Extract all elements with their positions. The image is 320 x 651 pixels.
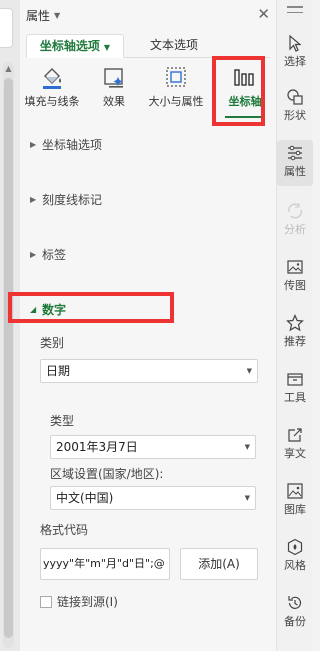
- type-select[interactable]: 2001年3月7日 ▼: [50, 435, 256, 459]
- category-label: 类别: [40, 336, 65, 350]
- axis-bars-icon: [232, 64, 258, 90]
- tab-axis-options[interactable]: 坐标轴选项 ▼: [26, 34, 124, 58]
- section-label: 标签: [42, 247, 67, 262]
- size-properties-icon: [163, 64, 189, 90]
- section-label: 数字: [42, 302, 67, 317]
- section-number[interactable]: ◢ 数字: [30, 299, 66, 319]
- checkbox-box[interactable]: [40, 595, 52, 608]
- active-subtab-underline: [225, 116, 265, 118]
- link-to-source-label: 链接到源(I): [57, 595, 118, 609]
- backup-icon: [286, 594, 304, 612]
- properties-panel: 属性 ▼ ✕ 坐标轴选项 ▼ 文本选项 填充与线条 效果 大小与属性 坐标轴 ▶…: [8, 0, 276, 651]
- rail-gallery[interactable]: 图库: [277, 478, 313, 524]
- rail-analysis[interactable]: 分析: [277, 198, 313, 244]
- tab-dropdown-icon: ▼: [103, 43, 111, 52]
- rail-label: 风格: [284, 559, 306, 572]
- rail-style[interactable]: 风格: [277, 534, 313, 580]
- collapsed-arrow-icon: ▶: [30, 249, 37, 259]
- upload-image-icon: [286, 258, 304, 276]
- category-select[interactable]: 日期 ▼: [40, 359, 258, 383]
- left-gutter: ▲: [0, 0, 20, 651]
- right-tool-rail: 选择 形状 属性 分析 传图 推荐 工具 享文 图库 风格 备份: [276, 0, 313, 651]
- subtab-label: 效果: [103, 95, 125, 108]
- locale-label: 区域设置(国家/地区):: [50, 467, 164, 481]
- rail-recommend[interactable]: 推荐: [277, 310, 313, 356]
- toolbox-icon: [286, 370, 304, 388]
- rail-tools[interactable]: 工具: [277, 366, 313, 412]
- gallery-icon: [286, 482, 304, 500]
- tab-text-options[interactable]: 文本选项: [124, 34, 224, 58]
- chevron-down-icon: ▼: [244, 443, 250, 451]
- subtab-label: 填充与线条: [24, 95, 80, 108]
- rail-label: 备份: [284, 615, 306, 628]
- style-icon: [286, 538, 304, 556]
- rail-label: 分析: [284, 223, 306, 236]
- share-icon: [286, 426, 304, 444]
- subtab-label: 大小与属性: [148, 95, 204, 108]
- locale-value: 中文(中国): [56, 491, 114, 505]
- rail-label: 属性: [284, 165, 306, 178]
- title-dropdown-icon[interactable]: ▼: [54, 11, 60, 20]
- rail-select[interactable]: 选择: [277, 30, 313, 76]
- category-value: 日期: [46, 364, 71, 378]
- subtab-fill-line[interactable]: 填充与线条: [20, 64, 84, 116]
- rail-share[interactable]: 享文: [277, 422, 313, 468]
- rail-shapes[interactable]: 形状: [277, 84, 313, 130]
- rail-label: 形状: [284, 109, 306, 122]
- chevron-down-icon: ▼: [246, 367, 252, 375]
- collapsed-control[interactable]: [0, 8, 13, 48]
- close-icon[interactable]: ✕: [257, 5, 270, 23]
- subtab-size-properties[interactable]: 大小与属性: [145, 64, 207, 116]
- rail-label: 图库: [284, 503, 306, 516]
- format-code-input[interactable]: yyyy"年"m"月"d"日";@: [40, 548, 170, 580]
- subtab-axis[interactable]: 坐标轴: [223, 64, 267, 118]
- type-label: 类型: [50, 414, 75, 428]
- section-label: 刻度线标记: [42, 192, 103, 207]
- subtab-effects[interactable]: 效果: [96, 64, 132, 116]
- cursor-icon: [286, 34, 304, 52]
- section-tick-marks[interactable]: ▶ 刻度线标记: [30, 189, 102, 209]
- rail-label: 享文: [284, 447, 306, 460]
- rail-label: 工具: [284, 391, 306, 404]
- type-value: 2001年3月7日: [56, 440, 138, 454]
- analysis-icon: [286, 202, 304, 220]
- rail-label: 选择: [284, 55, 306, 68]
- tab-label: 坐标轴选项: [39, 39, 100, 53]
- format-code-label: 格式代码: [40, 523, 89, 537]
- scrollbar-thumb[interactable]: [4, 78, 13, 638]
- panel-header: 属性 ▼ ✕: [20, 0, 276, 30]
- section-label: 坐标轴选项: [42, 137, 103, 152]
- scroll-up-arrow-icon[interactable]: ▲: [3, 62, 14, 76]
- menu-lines-icon[interactable]: [287, 6, 303, 17]
- rail-label: 传图: [284, 279, 306, 292]
- subtab-label: 坐标轴: [228, 95, 262, 108]
- collapsed-arrow-icon: ▶: [30, 194, 37, 204]
- locale-select[interactable]: 中文(中国) ▼: [50, 486, 256, 510]
- effects-icon: [101, 64, 127, 90]
- sliders-icon: [286, 144, 304, 162]
- rail-upload-image[interactable]: 传图: [277, 254, 313, 300]
- tab-label: 文本选项: [149, 38, 198, 52]
- shapes-icon: [286, 88, 304, 106]
- rail-properties[interactable]: 属性: [277, 140, 313, 186]
- collapsed-arrow-icon: ▶: [30, 139, 37, 149]
- rail-label: 推荐: [284, 335, 306, 348]
- rail-backup[interactable]: 备份: [277, 590, 313, 636]
- subtab-bar: 填充与线条 效果 大小与属性 坐标轴: [20, 60, 276, 120]
- section-axis-options[interactable]: ▶ 坐标轴选项: [30, 134, 102, 154]
- link-to-source-checkbox[interactable]: 链接到源(I): [40, 593, 118, 610]
- star-icon: [286, 314, 304, 332]
- fill-bucket-icon: [39, 64, 65, 90]
- chevron-down-icon: ▼: [244, 494, 250, 502]
- expanded-arrow-icon: ◢: [30, 304, 37, 314]
- tab-bar: 坐标轴选项 ▼ 文本选项: [26, 34, 270, 58]
- section-labels[interactable]: ▶ 标签: [30, 244, 66, 264]
- panel-title[interactable]: 属性: [26, 7, 50, 24]
- add-button[interactable]: 添加(A): [180, 548, 258, 580]
